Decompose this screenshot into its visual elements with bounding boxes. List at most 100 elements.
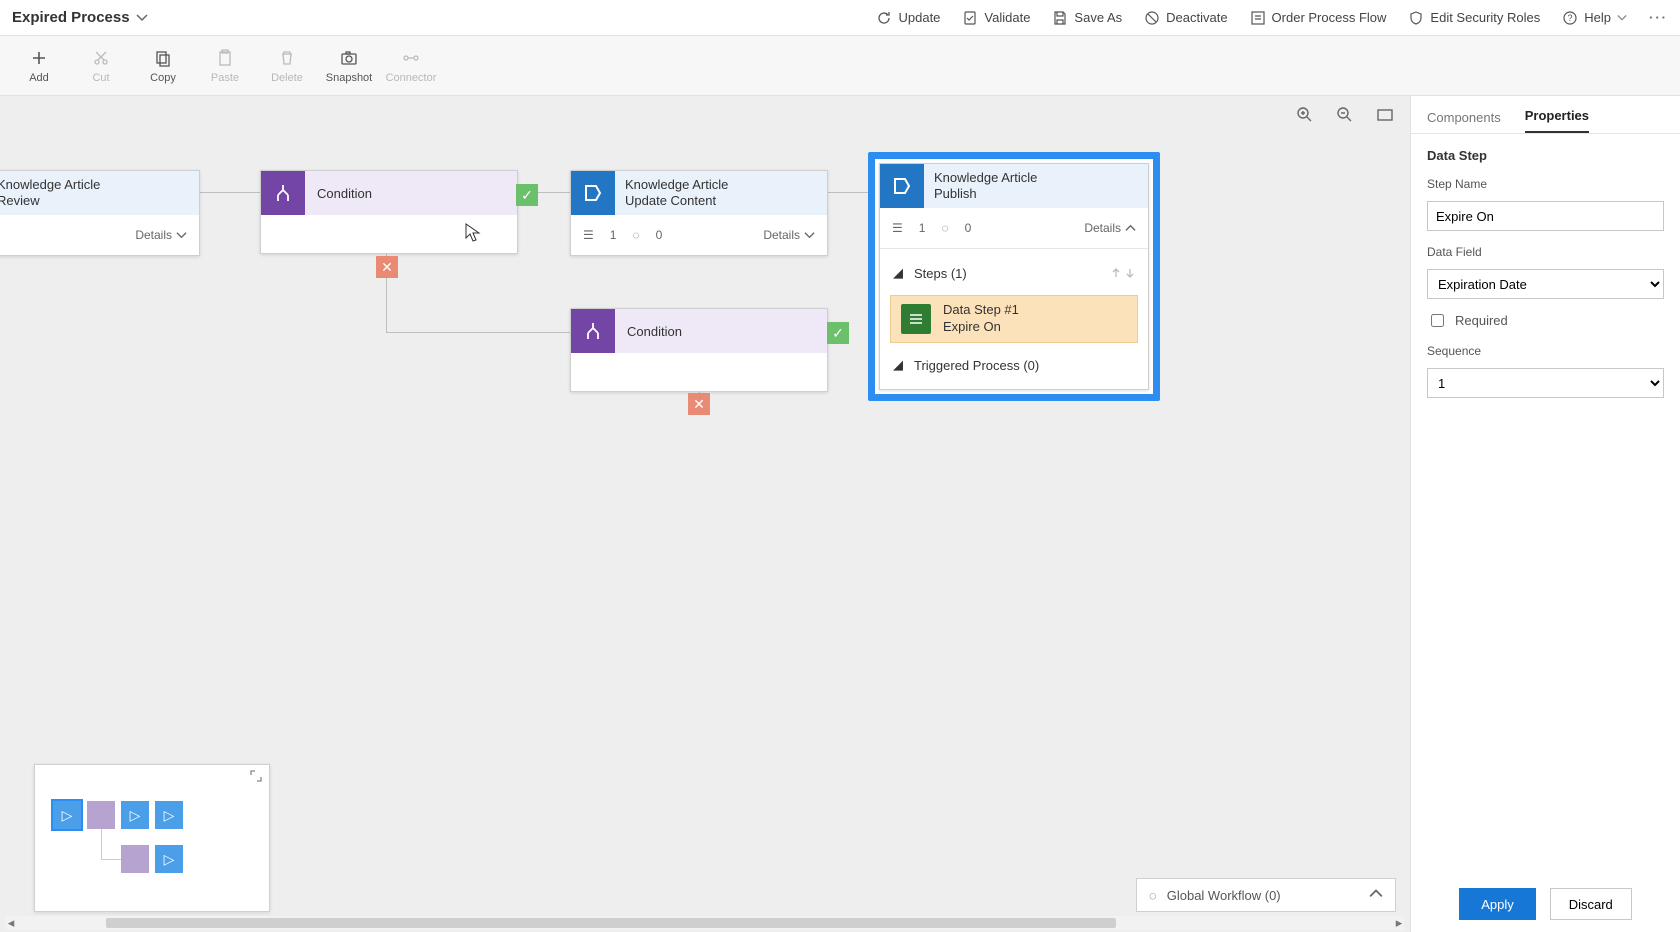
order-flow-command[interactable]: Order Process Flow xyxy=(1250,10,1387,26)
workflow-icon: ◌ xyxy=(1149,888,1157,903)
minimap-node[interactable]: ▷ xyxy=(53,801,81,829)
chevron-down-icon xyxy=(804,230,815,241)
step-name-input[interactable] xyxy=(1427,201,1664,231)
delete-button[interactable]: Delete xyxy=(256,39,318,93)
canvas-h-scrollbar[interactable]: ◂ ▸ xyxy=(6,916,1404,930)
chevron-up-icon xyxy=(1125,223,1136,234)
more-commands[interactable]: ··· xyxy=(1649,10,1668,25)
clipboard-check-icon xyxy=(962,10,978,26)
save-as-command[interactable]: Save As xyxy=(1052,10,1122,26)
stage-title-line1: Knowledge Article xyxy=(625,177,817,193)
connector-line xyxy=(828,192,868,193)
details-label: Details xyxy=(135,228,172,242)
counter-icon: ◌ xyxy=(632,228,639,242)
apply-button[interactable]: Apply xyxy=(1459,888,1536,920)
ribbon: Add Cut Copy Paste Delete Snapshot Conne… xyxy=(0,36,1680,96)
stage-title-line1: Knowledge Article xyxy=(0,177,189,193)
scroll-thumb[interactable] xyxy=(106,918,1116,928)
stage-publish-selected[interactable]: Knowledge Article Publish ☰ 1 ◌ 0 Detail… xyxy=(868,152,1160,401)
steps-header-label: Steps (1) xyxy=(914,266,967,281)
stage-details-toggle[interactable]: Details xyxy=(1084,221,1136,235)
data-step-icon xyxy=(901,304,931,334)
stage-details-toggle[interactable]: Details xyxy=(135,228,187,242)
validate-label: Validate xyxy=(984,10,1030,25)
stage-counter-a: 1 xyxy=(919,221,926,235)
stage-icon xyxy=(880,164,924,208)
data-field-select[interactable]: Expiration Date xyxy=(1427,269,1664,299)
data-field-label: Data Field xyxy=(1427,245,1664,259)
copy-button[interactable]: Copy xyxy=(132,39,194,93)
copy-label: Copy xyxy=(150,72,176,84)
triggered-header-label: Triggered Process (0) xyxy=(914,358,1039,373)
deactivate-command[interactable]: Deactivate xyxy=(1144,10,1227,26)
scissors-icon xyxy=(91,48,111,68)
scroll-right-arrow[interactable]: ▸ xyxy=(1392,916,1406,930)
process-title-dropdown[interactable]: Expired Process xyxy=(12,9,148,26)
collapse-icon: ◢ xyxy=(892,265,904,281)
title-bar: Expired Process Update Validate Save As … xyxy=(0,0,1680,36)
triggered-section-header[interactable]: ◢ Triggered Process (0) xyxy=(880,347,1148,383)
condition-1[interactable]: Condition xyxy=(260,170,518,254)
reorder-arrows[interactable] xyxy=(1110,267,1136,279)
scroll-left-arrow[interactable]: ◂ xyxy=(4,916,18,930)
sequence-label: Sequence xyxy=(1427,344,1664,358)
required-checkbox[interactable] xyxy=(1431,314,1444,327)
update-command[interactable]: Update xyxy=(876,10,940,26)
minimap[interactable]: ▷ ▷ ▷ ▷ xyxy=(34,764,270,912)
snapshot-label: Snapshot xyxy=(326,72,372,84)
properties-panel: Components Properties Data Step Step Nam… xyxy=(1410,96,1680,932)
step-subtitle: Expire On xyxy=(943,319,1019,336)
add-button[interactable]: Add xyxy=(8,39,70,93)
connector-line xyxy=(200,192,260,193)
minimap-expand-icon[interactable] xyxy=(249,769,263,786)
camera-icon xyxy=(339,48,359,68)
save-icon xyxy=(1052,10,1068,26)
global-workflow-bar[interactable]: ◌ Global Workflow (0) xyxy=(1136,878,1396,912)
condition-true-chip: ✓ xyxy=(516,184,538,206)
minimap-node[interactable] xyxy=(121,845,149,873)
tab-components[interactable]: Components xyxy=(1427,110,1501,133)
help-icon: ? xyxy=(1562,10,1578,26)
connector-label: Connector xyxy=(386,72,437,84)
edit-roles-command[interactable]: Edit Security Roles xyxy=(1408,10,1540,26)
snapshot-button[interactable]: Snapshot xyxy=(318,39,380,93)
condition-2[interactable]: Condition xyxy=(570,308,828,392)
minimap-node[interactable]: ▷ xyxy=(155,801,183,829)
minimap-node[interactable]: ▷ xyxy=(121,801,149,829)
minimap-node[interactable]: ▷ xyxy=(155,845,183,873)
designer-canvas[interactable]: Knowledge Article Review ◌ 0 Details xyxy=(0,96,1410,932)
plus-icon xyxy=(29,48,49,68)
stage-review[interactable]: Knowledge Article Review ◌ 0 Details xyxy=(0,170,200,256)
condition-false-chip: ✕ xyxy=(688,393,710,415)
data-step-item[interactable]: Data Step #1 Expire On xyxy=(890,295,1138,343)
minimap-node[interactable] xyxy=(87,801,115,829)
discard-button[interactable]: Discard xyxy=(1550,888,1632,920)
tab-properties[interactable]: Properties xyxy=(1525,108,1589,133)
chevron-down-icon xyxy=(1617,13,1627,23)
condition-label: Condition xyxy=(317,186,372,201)
chevron-down-icon xyxy=(176,230,187,241)
steps-section-header[interactable]: ◢ Steps (1) xyxy=(880,255,1148,291)
global-workflow-label: Global Workflow (0) xyxy=(1167,888,1281,903)
refresh-icon xyxy=(876,10,892,26)
validate-command[interactable]: Validate xyxy=(962,10,1030,26)
details-label: Details xyxy=(763,228,800,242)
minimap-connector xyxy=(101,829,102,859)
stage-details-toggle[interactable]: Details xyxy=(763,228,815,242)
counter-icon: ◌ xyxy=(941,221,948,235)
stage-update-content[interactable]: Knowledge Article Update Content ☰ 1 ◌ 0… xyxy=(570,170,828,256)
chevron-up-icon[interactable] xyxy=(1369,887,1383,904)
stage-counter-b: 0 xyxy=(965,221,972,235)
deactivate-icon xyxy=(1144,10,1160,26)
sequence-select[interactable]: 1 xyxy=(1427,368,1664,398)
details-label: Details xyxy=(1084,221,1121,235)
connector-icon xyxy=(401,48,421,68)
list-icon: ☰ xyxy=(892,221,903,235)
edit-roles-label: Edit Security Roles xyxy=(1430,10,1540,25)
required-checkbox-row[interactable]: Required xyxy=(1427,311,1664,330)
connector-button[interactable]: Connector xyxy=(380,39,442,93)
paste-button[interactable]: Paste xyxy=(194,39,256,93)
cut-button[interactable]: Cut xyxy=(70,39,132,93)
help-command[interactable]: ? Help xyxy=(1562,10,1627,26)
svg-text:?: ? xyxy=(1568,13,1573,23)
